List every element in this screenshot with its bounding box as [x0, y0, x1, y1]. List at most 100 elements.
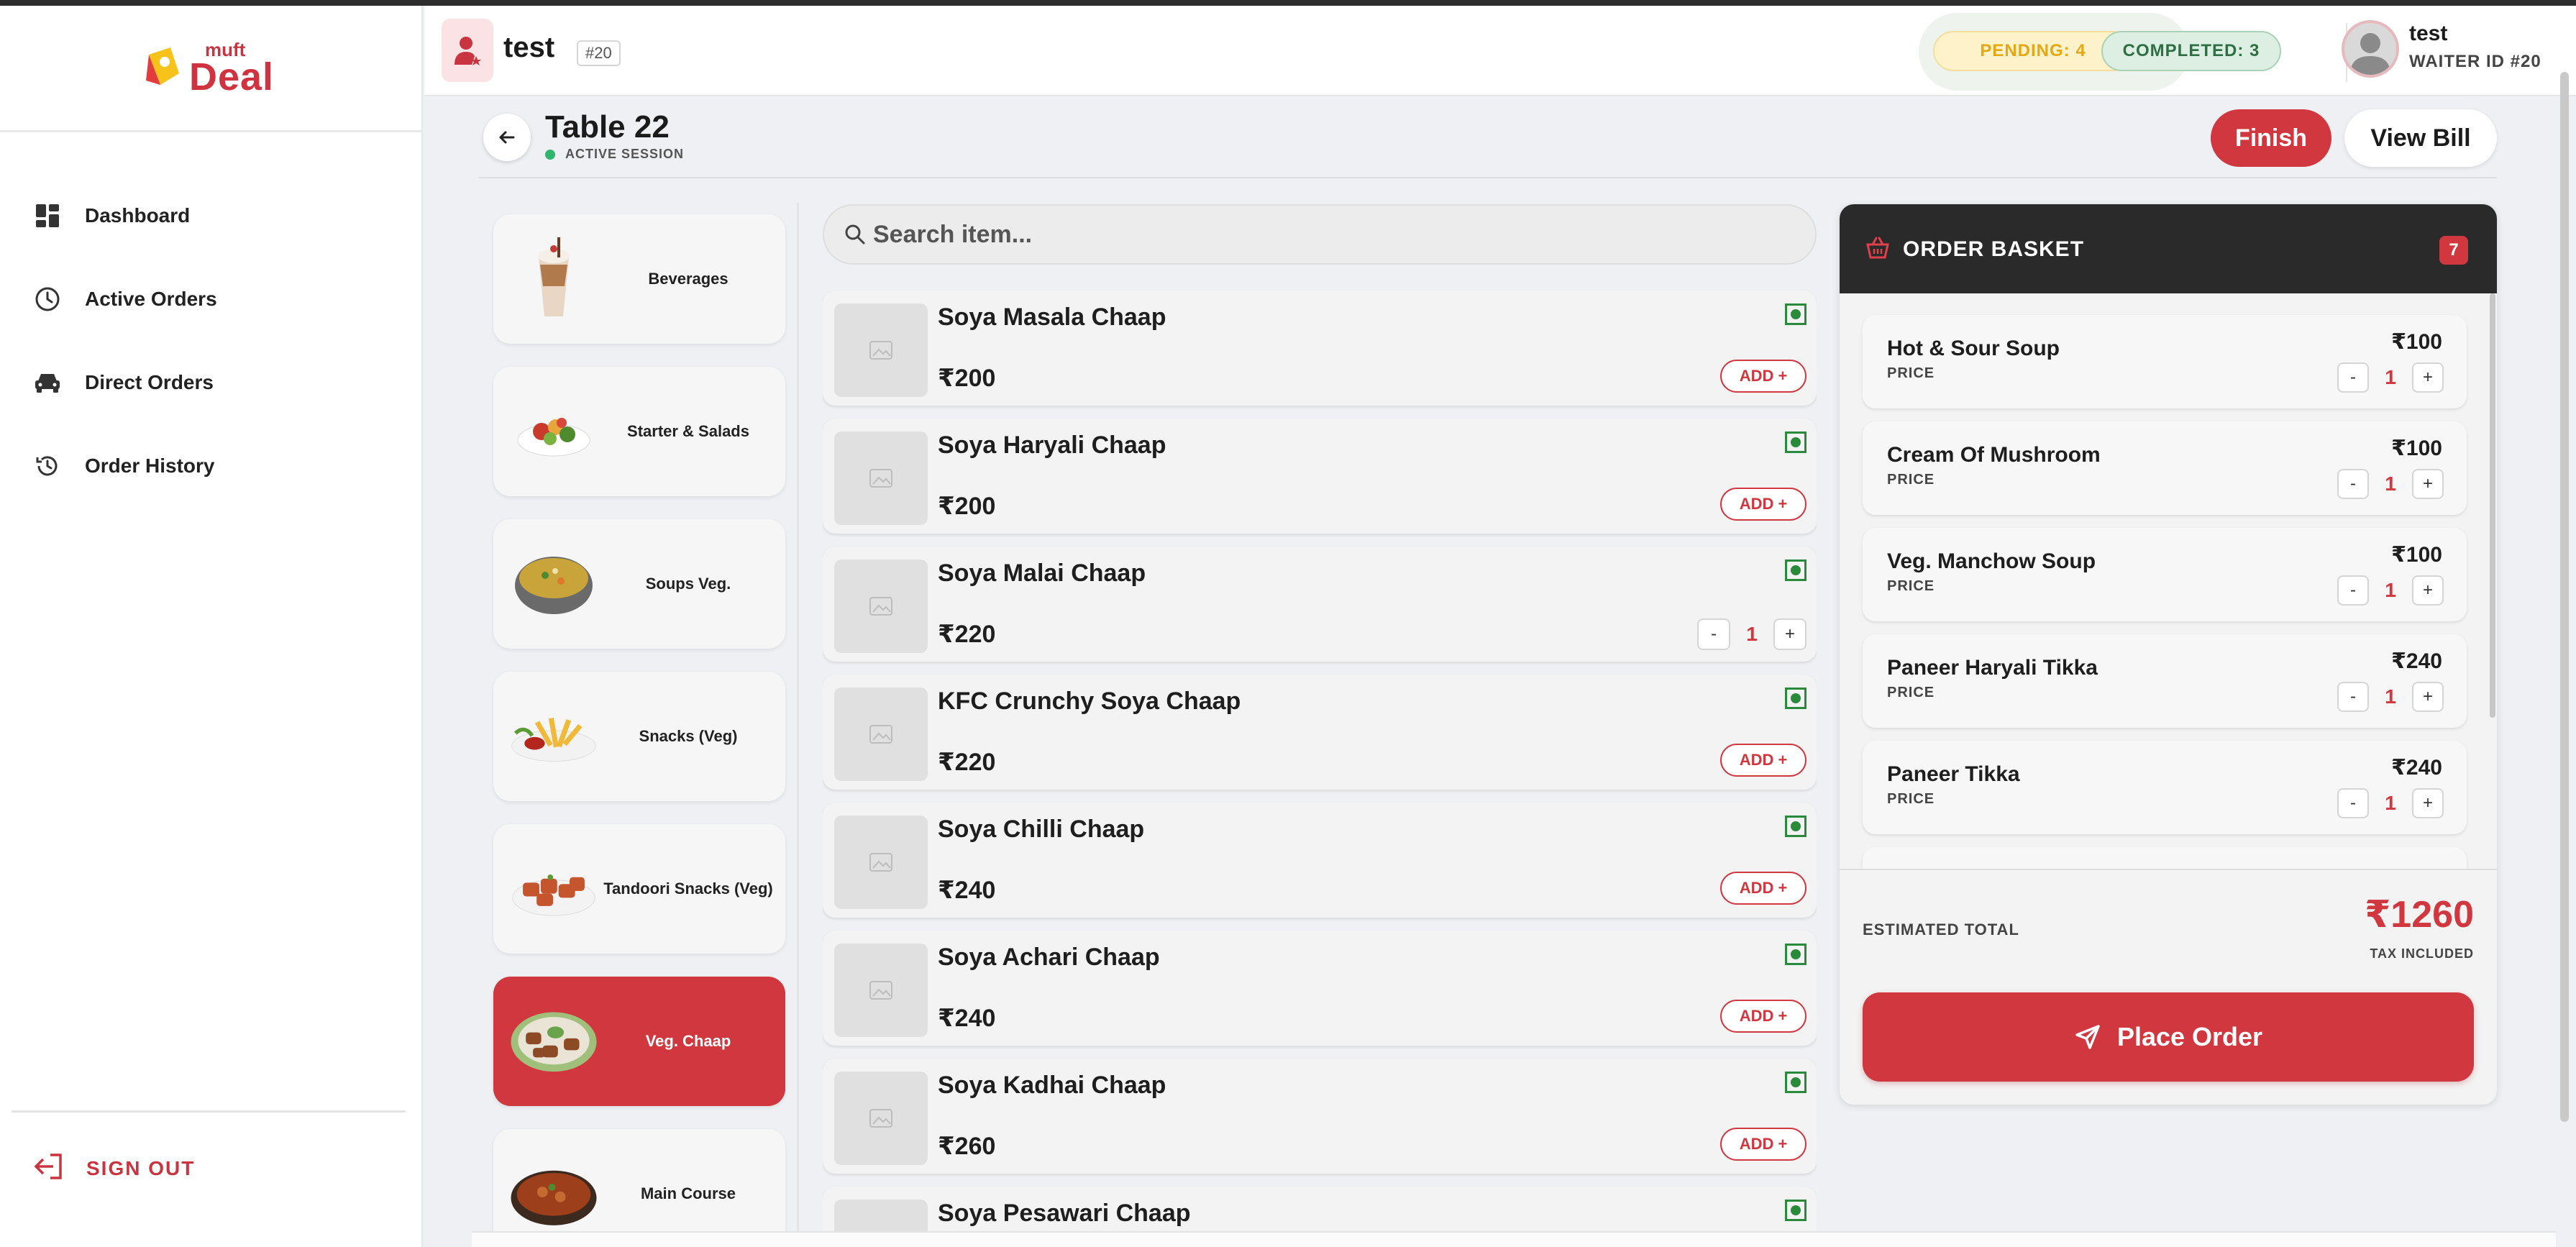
add-item-button[interactable]: ADD + [1720, 360, 1807, 393]
add-item-button[interactable]: ADD + [1720, 1128, 1807, 1161]
category-soups-veg[interactable]: Soups Veg. [493, 519, 785, 649]
increase-button[interactable]: + [2412, 682, 2444, 712]
sign-out-icon [33, 1151, 65, 1186]
basket-item-price: ₹240 [2391, 649, 2442, 673]
window-top-strip [0, 0, 2576, 6]
item-price: ₹220 [938, 749, 996, 776]
basket-item-name: Paneer Haryali Tikka [1887, 656, 2098, 680]
basket-item-name: Hot & Sour Soup [1887, 337, 2060, 360]
fries-image [509, 692, 598, 781]
basket-row: Paneer Haryali Tikka PRICE ₹240 - 1 + [1863, 634, 2467, 728]
image-placeholder-icon [834, 816, 928, 909]
add-item-button[interactable]: ADD + [1720, 744, 1807, 777]
veg-indicator-icon [1785, 303, 1807, 325]
logo-area: muft Deal [0, 6, 421, 132]
user-name: test [2409, 22, 2448, 45]
item-price: ₹200 [938, 493, 996, 520]
decrease-button[interactable]: - [2337, 362, 2369, 393]
add-item-button[interactable]: ADD + [1720, 872, 1807, 905]
category-starter-salads[interactable]: Starter & Salads [493, 367, 785, 496]
quantity-stepper: - 1 + [2337, 575, 2444, 606]
decrease-button[interactable]: - [2337, 469, 2369, 499]
sidebar-item-label: Direct Orders [85, 371, 214, 393]
image-placeholder-icon [834, 944, 928, 1037]
category-veg-chaap[interactable]: Veg. Chaap [493, 977, 785, 1106]
sign-out-button[interactable]: SIGN OUT [33, 1151, 195, 1186]
category-label: Main Course [640, 1184, 736, 1202]
menu-item[interactable]: Soya Malai Chaap ₹220 - 1 + [823, 547, 1817, 662]
quantity-stepper: - 1 + [2337, 469, 2444, 499]
basket-scrollbar[interactable] [2490, 293, 2495, 718]
logo-mark-icon [146, 47, 179, 85]
arrow-left-icon [499, 131, 515, 144]
view-bill-button[interactable]: View Bill [2344, 109, 2497, 167]
increase-button[interactable]: + [2412, 469, 2444, 499]
finish-button[interactable]: Finish [2211, 109, 2331, 167]
quantity-stepper: - 1 + [2337, 362, 2444, 393]
basket-row: Hot & Sour Soup PRICE ₹100 - 1 + [1863, 315, 2467, 408]
user-avatar[interactable] [2342, 20, 2399, 78]
menu-item[interactable]: Soya Achari Chaap ₹240 ADD + [823, 931, 1817, 1046]
clock-icon [33, 285, 62, 314]
price-label: PRICE [1887, 578, 1935, 594]
category-tandoori-snacks[interactable]: Tandoori Snacks (Veg) [493, 824, 785, 954]
basket-row: Cream Of Mushroom PRICE ₹100 - 1 + [1863, 421, 2467, 515]
horizontal-scrollbar-track [472, 1231, 2556, 1247]
search-bar[interactable] [823, 204, 1817, 265]
increase-button[interactable]: + [2412, 575, 2444, 606]
image-placeholder-icon [834, 431, 928, 525]
sidebar-item-dashboard[interactable]: Dashboard [0, 174, 421, 257]
session-label: ACTIVE SESSION [565, 147, 685, 161]
menu-item[interactable]: Soya Chilli Chaap ₹240 ADD + [823, 803, 1817, 918]
decrease-button[interactable]: - [2337, 788, 2369, 818]
item-price: ₹260 [938, 1133, 996, 1160]
category-main-course[interactable]: Main Course [493, 1129, 785, 1238]
veg-indicator-icon [1785, 1072, 1807, 1093]
item-name: Soya Haryali Chaap [938, 431, 1166, 459]
history-icon [33, 452, 62, 480]
place-order-button[interactable]: Place Order [1863, 992, 2474, 1082]
divider [1840, 869, 2497, 870]
item-price: ₹220 [938, 621, 996, 648]
menu-item[interactable]: Soya Haryali Chaap ₹200 ADD + [823, 419, 1817, 534]
user-role: WAITER ID #20 [2409, 52, 2541, 71]
menu-item[interactable]: KFC Crunchy Soya Chaap ₹220 ADD + [823, 675, 1817, 790]
increase-button[interactable]: + [1773, 618, 1807, 650]
menu-item[interactable]: Soya Masala Chaap ₹200 ADD + [823, 291, 1817, 406]
add-item-button[interactable]: ADD + [1720, 488, 1807, 521]
quantity-value: 1 [2385, 472, 2396, 495]
quantity-stepper: - 1 + [2337, 788, 2444, 818]
price-label: PRICE [1887, 685, 1935, 700]
completed-badge[interactable]: COMPLETED: 3 [2101, 31, 2281, 71]
category-snacks-veg[interactable]: Snacks (Veg) [493, 672, 785, 801]
sidebar-item-active-orders[interactable]: Active Orders [0, 257, 421, 341]
restaurant-id-badge: #20 [577, 40, 621, 66]
page-scrollbar[interactable] [2560, 72, 2569, 1122]
decrease-button[interactable]: - [2337, 575, 2369, 606]
status-dot [545, 149, 555, 160]
menu-item[interactable]: Soya Kadhai Chaap ₹260 ADD + [823, 1059, 1817, 1174]
soup-image [509, 539, 598, 629]
estimated-total-label: ESTIMATED TOTAL [1863, 921, 2019, 938]
item-name: Soya Malai Chaap [938, 559, 1146, 587]
increase-button[interactable]: + [2412, 788, 2444, 818]
restaurant-avatar [442, 19, 493, 82]
decrease-button[interactable]: - [2337, 682, 2369, 712]
image-placeholder-icon [834, 303, 928, 397]
send-icon [2074, 1023, 2101, 1051]
brand-logo[interactable]: muft Deal [139, 36, 283, 101]
divider [12, 1110, 406, 1113]
category-beverages[interactable]: Beverages [493, 214, 785, 344]
sidebar-item-direct-orders[interactable]: Direct Orders [0, 341, 421, 424]
decrease-button[interactable]: - [1697, 618, 1730, 650]
search-input[interactable] [873, 220, 1736, 249]
add-item-button[interactable]: ADD + [1720, 1000, 1807, 1033]
logo-big-text: Deal [189, 55, 275, 99]
basket-row [1863, 847, 2467, 869]
chaap-image [509, 997, 598, 1086]
back-button[interactable] [483, 114, 531, 161]
menu-item[interactable]: Soya Pesawari Chaap [823, 1187, 1817, 1233]
increase-button[interactable]: + [2412, 362, 2444, 393]
image-placeholder-icon [834, 1200, 928, 1233]
sidebar-item-order-history[interactable]: Order History [0, 424, 421, 508]
